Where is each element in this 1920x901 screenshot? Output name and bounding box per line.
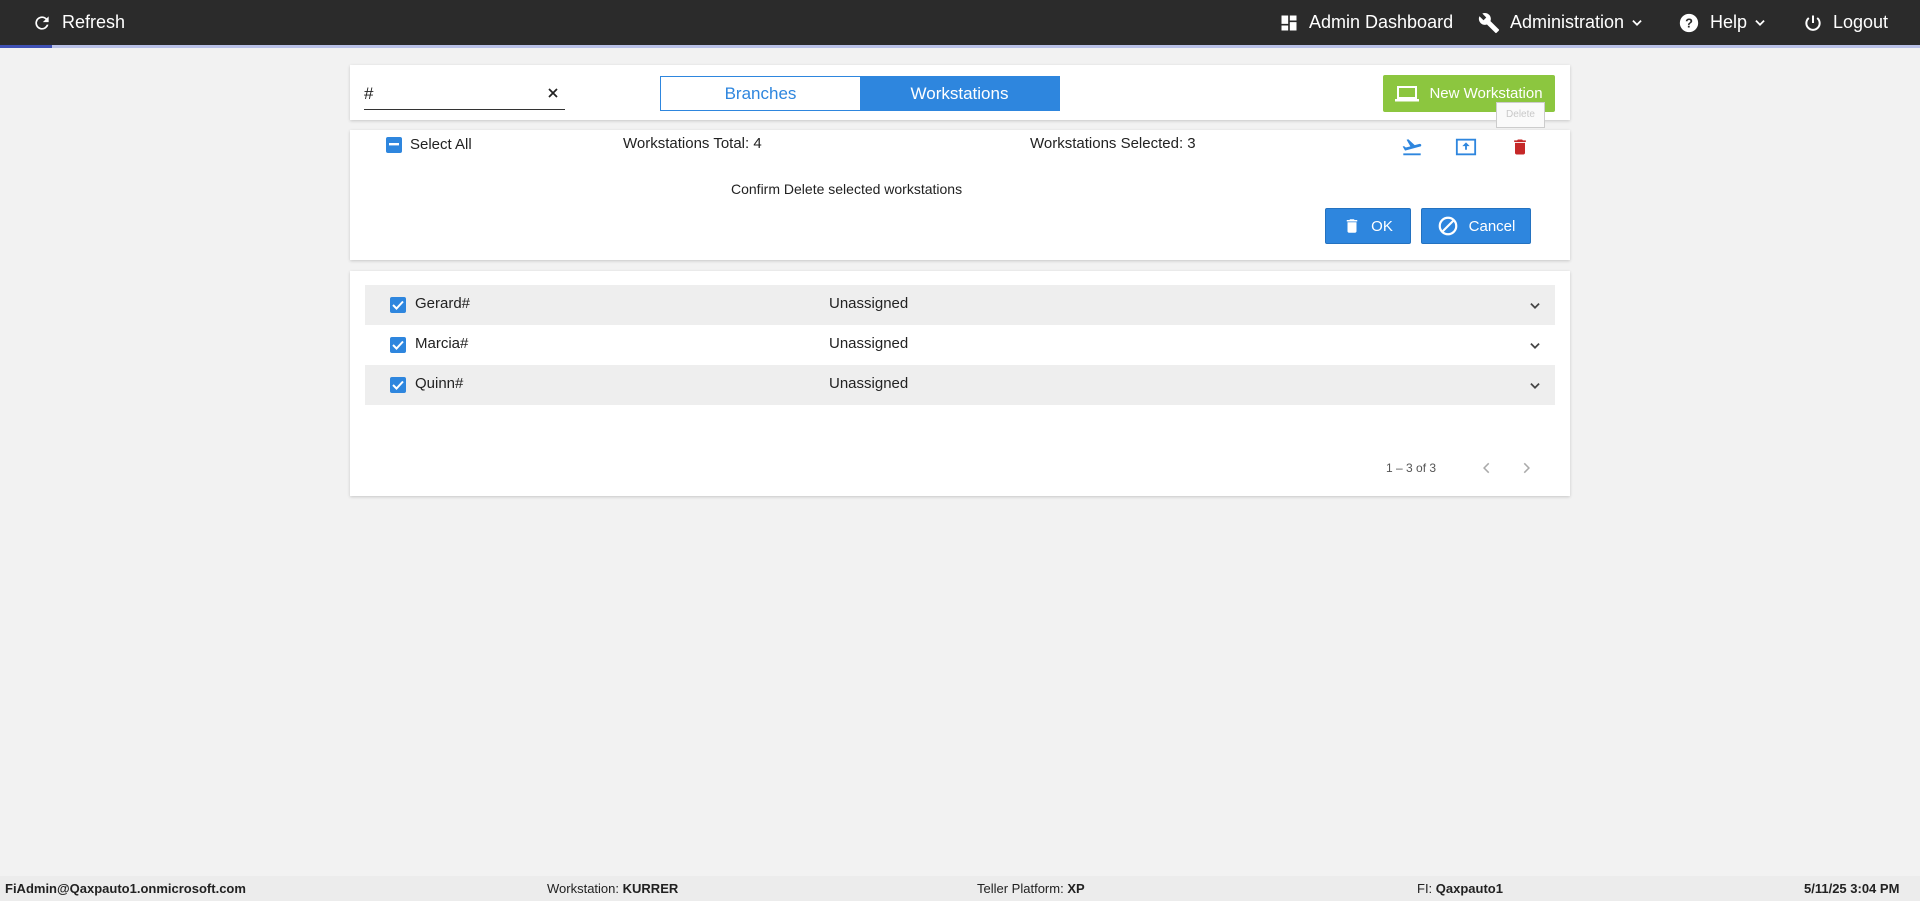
workstation-name: Gerard#: [415, 295, 471, 312]
new-workstation-label: New Workstation: [1429, 85, 1543, 102]
topbar-accent-line: [0, 45, 1920, 48]
airplane-icon: [1402, 139, 1422, 156]
row-checkbox[interactable]: [390, 377, 406, 393]
delete-button[interactable]: [1505, 132, 1535, 162]
workstations-total: Workstations Total: 4: [623, 135, 762, 152]
check-icon: [392, 300, 404, 310]
tab-workstations[interactable]: Workstations: [860, 77, 1059, 110]
svg-text:?: ?: [1685, 15, 1693, 30]
search-field: [364, 80, 565, 110]
workstation-name: Marcia#: [415, 335, 469, 352]
pager-range: 1 – 3 of 3: [1386, 461, 1437, 475]
list-item[interactable]: Gerard# Unassigned: [365, 285, 1555, 325]
admin-dashboard-label: Admin Dashboard: [1309, 12, 1454, 32]
list-item[interactable]: Quinn# Unassigned: [365, 365, 1555, 405]
chevron-down-icon[interactable]: [1528, 379, 1542, 393]
workstations-selected: Workstations Selected: 3: [1030, 135, 1196, 152]
next-page-button[interactable]: [1514, 456, 1538, 480]
list-item[interactable]: Marcia# Unassigned: [365, 325, 1555, 365]
help-menu[interactable]: ? Help: [1678, 0, 1767, 45]
administration-label: Administration: [1510, 12, 1625, 32]
chevron-down-icon: [1755, 19, 1765, 26]
power-icon: [1805, 15, 1821, 31]
move-button[interactable]: [1397, 132, 1427, 162]
refresh-label: Refresh: [62, 12, 126, 32]
previous-page-button[interactable]: [1475, 456, 1499, 480]
cancel-button[interactable]: Cancel: [1421, 208, 1531, 244]
trash-icon: [1514, 139, 1526, 155]
tab-branches[interactable]: Branches: [661, 77, 860, 110]
footer-platform: Teller Platform: XP: [977, 881, 1085, 896]
delete-tooltip: Delete: [1496, 102, 1545, 128]
check-icon: [392, 380, 404, 390]
workstation-status: Unassigned: [829, 295, 909, 312]
dashboard-icon: [1281, 15, 1297, 30]
administration-menu[interactable]: Administration: [1478, 0, 1644, 45]
cancel-icon: [1438, 216, 1457, 236]
status-footer: FiAdmin@Qaxpauto1.onmicrosoft.com Workst…: [0, 876, 1920, 901]
workstation-status: Unassigned: [829, 375, 909, 392]
footer-fi: FI: Qaxpauto1: [1417, 881, 1503, 896]
footer-datetime: 5/11/25 3:04 PM: [1804, 881, 1900, 896]
logout-label: Logout: [1833, 12, 1889, 32]
upload-button[interactable]: [1451, 132, 1481, 162]
indeterminate-icon: [389, 143, 399, 146]
footer-workstation: Workstation: KURRER: [547, 881, 679, 896]
top-navigation-bar: Refresh Admin Dashboard Administration ?…: [0, 0, 1920, 48]
search-input[interactable]: [364, 83, 534, 105]
upload-icon: [1455, 138, 1477, 156]
admin-dashboard-link[interactable]: Admin Dashboard: [1279, 0, 1453, 45]
topbar-progress-indicator: [0, 45, 52, 48]
row-checkbox[interactable]: [390, 297, 406, 313]
chevron-down-icon[interactable]: [1528, 339, 1542, 353]
workstation-status: Unassigned: [829, 335, 909, 352]
chevron-down-icon[interactable]: [1528, 299, 1542, 313]
trash-icon: [1346, 219, 1358, 233]
chevron-down-icon: [1632, 19, 1642, 26]
cancel-label: Cancel: [1468, 217, 1516, 235]
refresh-icon: [35, 15, 49, 30]
footer-user: FiAdmin@Qaxpauto1.onmicrosoft.com: [5, 881, 246, 896]
workstation-name: Quinn#: [415, 375, 464, 392]
select-all-label: Select All: [410, 136, 472, 153]
row-checkbox[interactable]: [390, 337, 406, 353]
help-icon: ?: [1679, 13, 1699, 32]
logout-button[interactable]: Logout: [1803, 0, 1888, 45]
ok-button[interactable]: OK: [1325, 208, 1411, 244]
check-icon: [392, 340, 404, 350]
help-label: Help: [1710, 12, 1748, 32]
laptop-icon: [1395, 85, 1420, 101]
confirm-message: Confirm Delete selected workstations: [731, 181, 963, 197]
select-all-checkbox[interactable]: [386, 137, 402, 153]
ok-label: OK: [1371, 217, 1393, 235]
wrench-icon: [1478, 12, 1500, 33]
chevron-right-icon: [1523, 462, 1530, 474]
chevron-left-icon: [1483, 462, 1490, 474]
refresh-button[interactable]: Refresh: [32, 0, 125, 45]
view-toggle: Branches Workstations: [660, 76, 1060, 111]
close-icon[interactable]: [545, 84, 561, 102]
